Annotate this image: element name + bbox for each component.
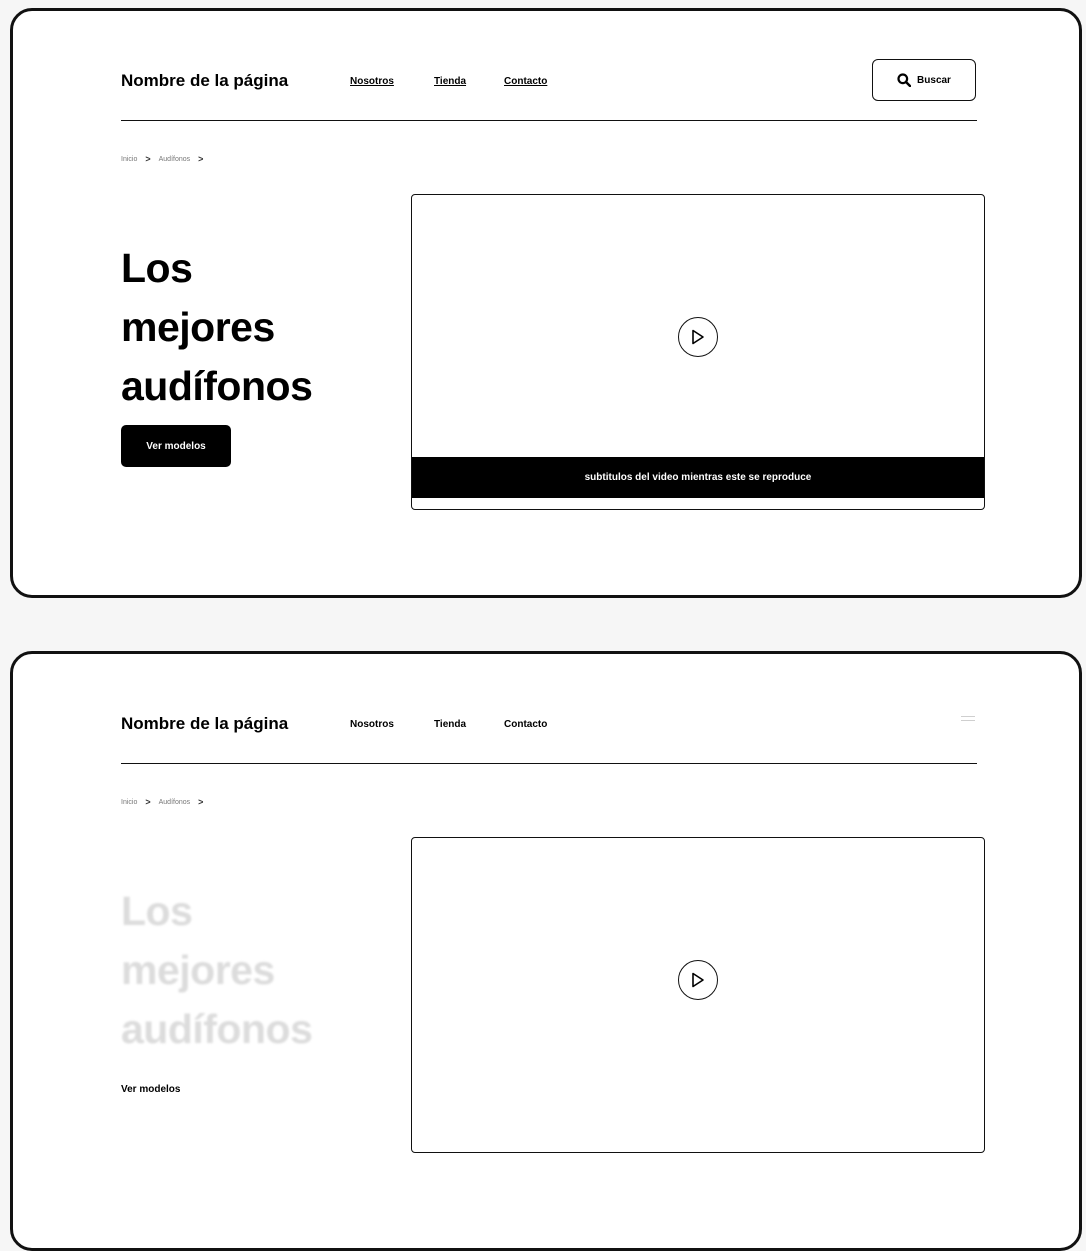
breadcrumb-item-inicio[interactable]: Inicio [121, 156, 137, 163]
play-button[interactable] [678, 317, 718, 357]
header-divider [121, 763, 977, 764]
nav-link-nosotros[interactable]: Nosotros [350, 719, 394, 730]
hero-title-line: mejores [121, 947, 275, 993]
breadcrumb-separator: > [145, 154, 151, 164]
breadcrumb-item-audifonos[interactable]: Audífonos [159, 156, 191, 163]
nav-link-tienda[interactable]: Tienda [434, 719, 466, 730]
hero-title: Los mejores audífonos [121, 239, 313, 416]
ver-modelos-button[interactable]: Ver modelos [121, 425, 231, 467]
header-divider [121, 120, 977, 121]
nav-link-nosotros[interactable]: Nosotros [350, 76, 394, 87]
video-player[interactable]: subtitulos del video mientras este se re… [411, 194, 985, 510]
search-icon [897, 73, 912, 87]
hero-title-line: Los [121, 245, 193, 291]
hero-title-faded: Los mejores audífonos [121, 882, 313, 1059]
breadcrumb: Inicio > Audífonos > [121, 154, 203, 164]
hero-title-line: audífonos [121, 363, 313, 409]
nav-link-contacto[interactable]: Contacto [504, 76, 547, 87]
wireframe-variant-1: Nombre de la página Nosotros Tienda Cont… [10, 8, 1082, 598]
wireframe-variant-2: Nombre de la página Nosotros Tienda Cont… [10, 651, 1082, 1251]
site-brand[interactable]: Nombre de la página [121, 71, 288, 91]
video-player[interactable] [411, 837, 985, 1153]
hero-title-line: audífonos [121, 1006, 313, 1052]
breadcrumb-item-audifonos[interactable]: Audífonos [159, 799, 191, 806]
ver-modelos-link[interactable]: Ver modelos [121, 1084, 180, 1095]
play-icon [692, 329, 704, 345]
menu-icon[interactable] [961, 716, 975, 726]
breadcrumb-separator: > [198, 154, 204, 164]
hero-title-line: mejores [121, 304, 275, 350]
nav-link-contacto[interactable]: Contacto [504, 719, 547, 730]
breadcrumb-separator: > [145, 797, 151, 807]
play-button[interactable] [678, 960, 718, 1000]
play-icon [692, 972, 704, 988]
breadcrumb-item-inicio[interactable]: Inicio [121, 799, 137, 806]
hero-title-line: Los [121, 888, 193, 934]
video-subtitles: subtitulos del video mientras este se re… [412, 457, 984, 498]
breadcrumb: Inicio > Audífonos > [121, 797, 203, 807]
search-button[interactable]: Buscar [872, 59, 976, 101]
site-brand[interactable]: Nombre de la página [121, 714, 288, 734]
nav-link-tienda[interactable]: Tienda [434, 76, 466, 87]
breadcrumb-separator: > [198, 797, 204, 807]
search-button-label: Buscar [917, 74, 951, 86]
